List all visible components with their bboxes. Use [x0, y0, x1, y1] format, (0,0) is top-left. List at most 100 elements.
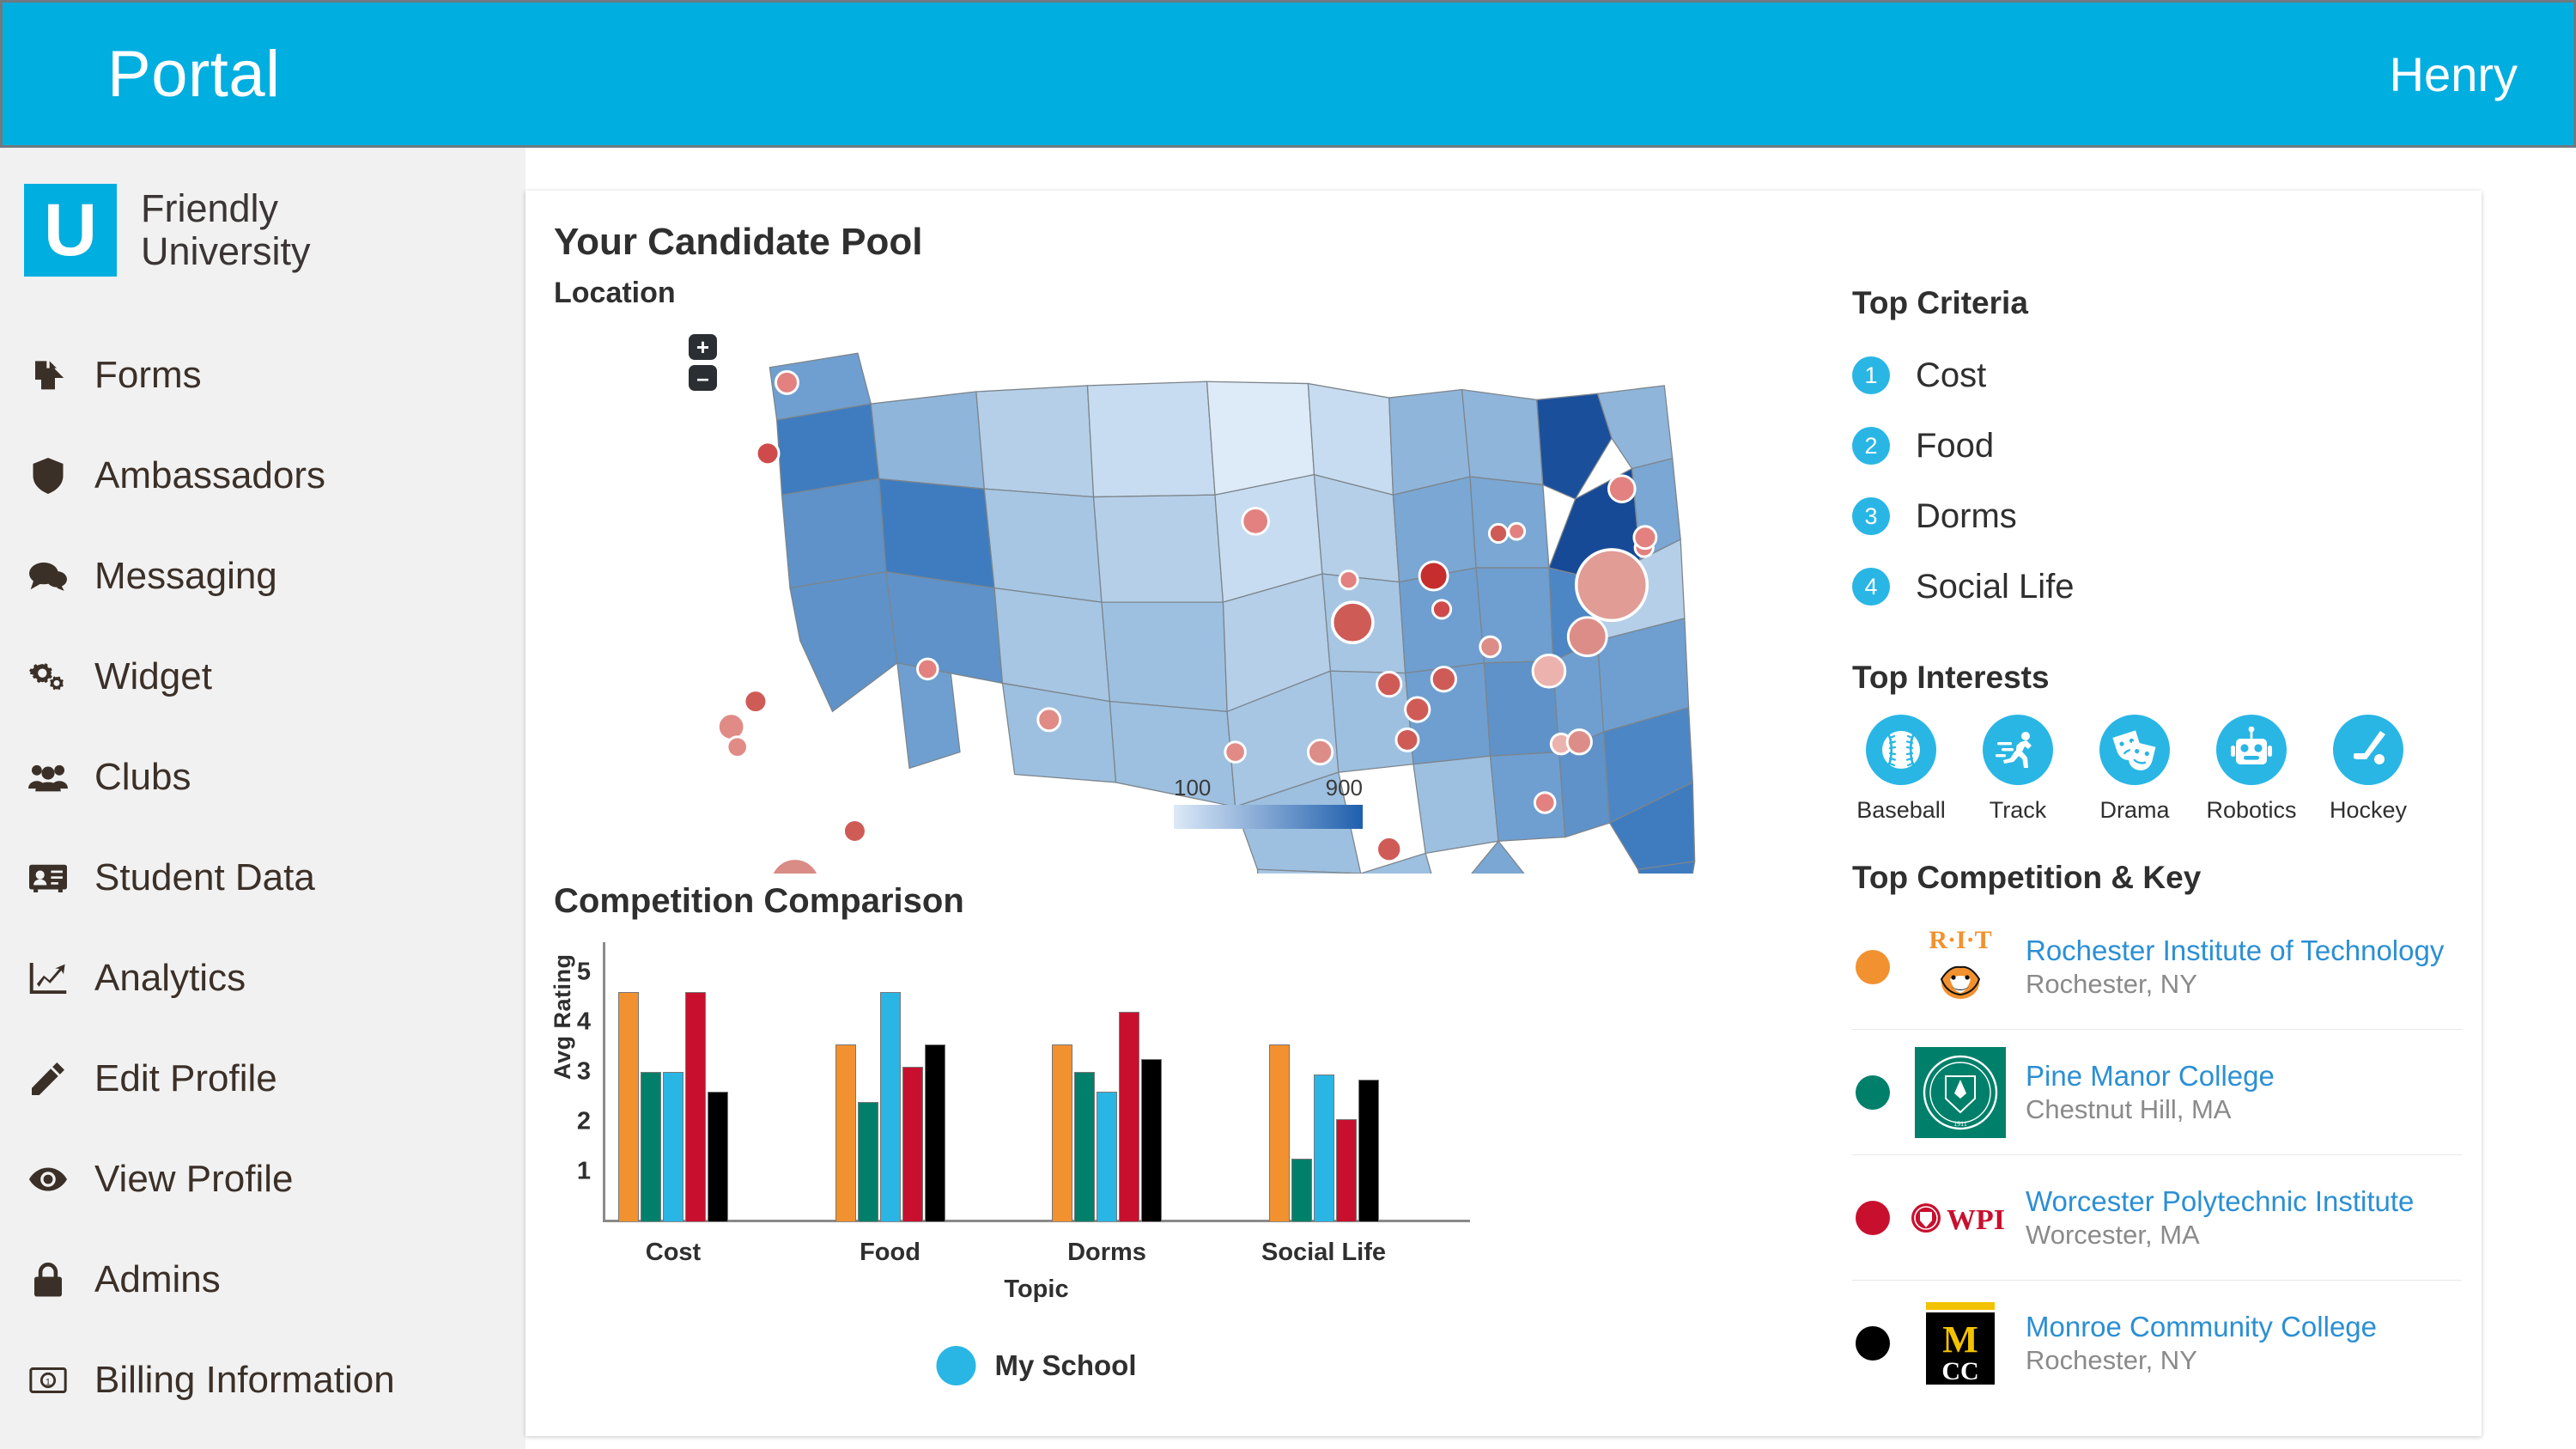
chart-bar	[685, 992, 706, 1221]
money-bill-icon: 1	[26, 1361, 70, 1399]
criteria-row: 4 Social Life	[1852, 551, 2462, 622]
sidebar-item-label: Clubs	[94, 755, 191, 798]
sidebar-item-billing-information[interactable]: 1 Billing Information	[0, 1330, 526, 1430]
competition-bar-chart: Avg Rating 1 2 3 4 5 Cost Food Dorms Social Life…	[543, 934, 1831, 1415]
app-title: Portal	[107, 37, 281, 111]
gears-icon	[26, 658, 70, 696]
location-section-title: Location	[554, 277, 676, 309]
sidebar-item-forms[interactable]: Forms	[0, 325, 526, 425]
sidebar-item-student-data[interactable]: Student Data	[0, 827, 526, 928]
map-zoom-controls[interactable]: + –	[689, 334, 717, 396]
user-menu[interactable]: Henry	[2390, 46, 2518, 102]
criteria-row: 3 Dorms	[1852, 481, 2462, 551]
chart-bar	[641, 1071, 661, 1221]
legend-gradient-bar	[1174, 805, 1363, 829]
sidebar: U Friendly University Forms Ambassadors Me…	[0, 148, 526, 1449]
page-title: Your Candidate Pool	[554, 221, 923, 263]
svg-text:R·I·T: R·I·T	[1929, 926, 1991, 954]
criteria-row: 1 Cost	[1852, 340, 2462, 411]
brand-mark-letter: U	[24, 184, 117, 277]
competition-row[interactable]: R·I·T Rochester Institute of Technology Ro…	[1852, 904, 2462, 1030]
chart-y-tick: 1	[576, 1157, 591, 1185]
wpi-logo: WPI	[1909, 1172, 2012, 1264]
shield-icon	[26, 457, 70, 495]
chart-bar	[924, 1044, 945, 1221]
criteria-label: Dorms	[1916, 496, 2017, 535]
zoom-out-button[interactable]: –	[689, 365, 717, 391]
sidebar-item-label: Widget	[94, 654, 212, 697]
sidebar-item-view-profile[interactable]: View Profile	[0, 1129, 526, 1229]
robot-icon	[2216, 715, 2287, 785]
chart-bar	[1291, 1159, 1312, 1221]
criteria-row: 2 Food	[1852, 411, 2462, 481]
competition-color-dot	[1856, 1200, 1890, 1235]
chart-x-tick: Social Life	[1261, 1239, 1387, 1266]
legend-my-school-dot	[936, 1346, 976, 1385]
top-interests-list: Baseball Track Drama Robotics Hockey	[1852, 715, 2462, 824]
interest-label: Hockey	[2329, 797, 2408, 823]
competition-color-dot	[1856, 1326, 1890, 1361]
chart-bar	[618, 992, 639, 1221]
competition-name-link[interactable]: Rochester Institute of Technology	[2026, 933, 2444, 968]
criteria-rank-badge: 2	[1852, 427, 1890, 465]
chart-x-axis-label: Topic	[1004, 1275, 1069, 1303]
sidebar-item-label: View Profile	[94, 1157, 294, 1200]
competition-row[interactable]: 1911 Pine Manor College Chestnut Hill, MA	[1852, 1030, 2462, 1155]
map-color-legend: 100 900	[1174, 775, 1363, 829]
sidebar-item-clubs[interactable]: Clubs	[0, 727, 526, 827]
svg-text:1911: 1911	[1953, 1120, 1967, 1128]
criteria-rank-badge: 4	[1852, 568, 1890, 606]
interest-item[interactable]: Robotics	[2202, 715, 2300, 824]
interest-item[interactable]: Track	[1969, 715, 2067, 824]
zoom-in-button[interactable]: +	[689, 334, 717, 360]
criteria-rank-badge: 3	[1852, 497, 1890, 535]
sidebar-item-messaging[interactable]: Messaging	[0, 526, 526, 626]
insights-panel: Top Criteria 1 Cost 2 Food 3 Dorms 4 Social Lif…	[1852, 285, 2462, 1406]
location-map[interactable]: + – 100 900	[543, 307, 1831, 1186]
sidebar-item-edit-profile[interactable]: Edit Profile	[0, 1028, 526, 1129]
brand-line-2: University	[141, 229, 311, 273]
sidebar-item-ambassadors[interactable]: Ambassadors	[0, 425, 526, 526]
svg-text:CC: CC	[1941, 1357, 1978, 1385]
top-competition-list: R·I·T Rochester Institute of Technology Ro…	[1852, 904, 2462, 1406]
chart-line-icon	[26, 959, 70, 997]
sidebar-item-admins[interactable]: Admins	[0, 1229, 526, 1330]
chat-bubbles-icon	[26, 557, 70, 595]
chart-bar	[879, 992, 901, 1221]
competition-name-link[interactable]: Pine Manor College	[2026, 1058, 2275, 1093]
chart-bar	[1268, 1044, 1290, 1221]
interest-label: Drama	[2099, 797, 2170, 823]
competition-row[interactable]: WPI Worcester Polytechnic Institute Worces…	[1852, 1155, 2462, 1281]
chart-y-tick: 3	[576, 1057, 591, 1086]
competition-name-link[interactable]: Monroe Community College	[2026, 1309, 2377, 1344]
sidebar-item-analytics[interactable]: Analytics	[0, 928, 526, 1028]
chart-bar	[835, 1044, 856, 1221]
interest-item[interactable]: Hockey	[2319, 715, 2417, 824]
chart-bar	[1119, 1012, 1139, 1221]
brand-logo[interactable]: U Friendly University	[0, 148, 526, 277]
criteria-label: Food	[1916, 426, 1995, 465]
interest-item[interactable]: Baseball	[1852, 715, 1950, 824]
competition-row[interactable]: M CC Monroe Community College Rochester, NY	[1852, 1281, 2462, 1406]
competition-color-dot	[1856, 949, 1890, 984]
chart-bar-group	[1052, 942, 1162, 1221]
chart-legend: My School	[936, 1346, 1137, 1385]
chart-bar-group	[1268, 942, 1379, 1221]
chart-y-tick: 4	[576, 1008, 591, 1036]
candidate-pool-card: Your Candidate Pool Location + – 100 900…	[526, 191, 2482, 1436]
chart-bar	[1141, 1059, 1162, 1221]
runner-icon	[1983, 715, 2053, 785]
competition-name-link[interactable]: Worcester Polytechnic Institute	[2026, 1184, 2414, 1219]
interest-item[interactable]: Drama	[2086, 715, 2184, 824]
sidebar-item-label: Billing Information	[94, 1358, 395, 1401]
interest-label: Track	[1989, 797, 2047, 823]
chart-y-tick: 5	[576, 958, 591, 986]
chart-bar	[1335, 1119, 1357, 1221]
chart-bar-group	[618, 942, 728, 1221]
chart-y-axis-label: Avg Rating	[550, 953, 575, 1081]
competition-city: Rochester, NY	[2026, 1345, 2197, 1376]
rit-logo: R·I·T	[1909, 921, 2012, 1014]
svg-text:1: 1	[46, 1377, 51, 1387]
top-interests-heading: Top Interests	[1852, 660, 2050, 695]
sidebar-item-widget[interactable]: Widget	[0, 626, 526, 727]
